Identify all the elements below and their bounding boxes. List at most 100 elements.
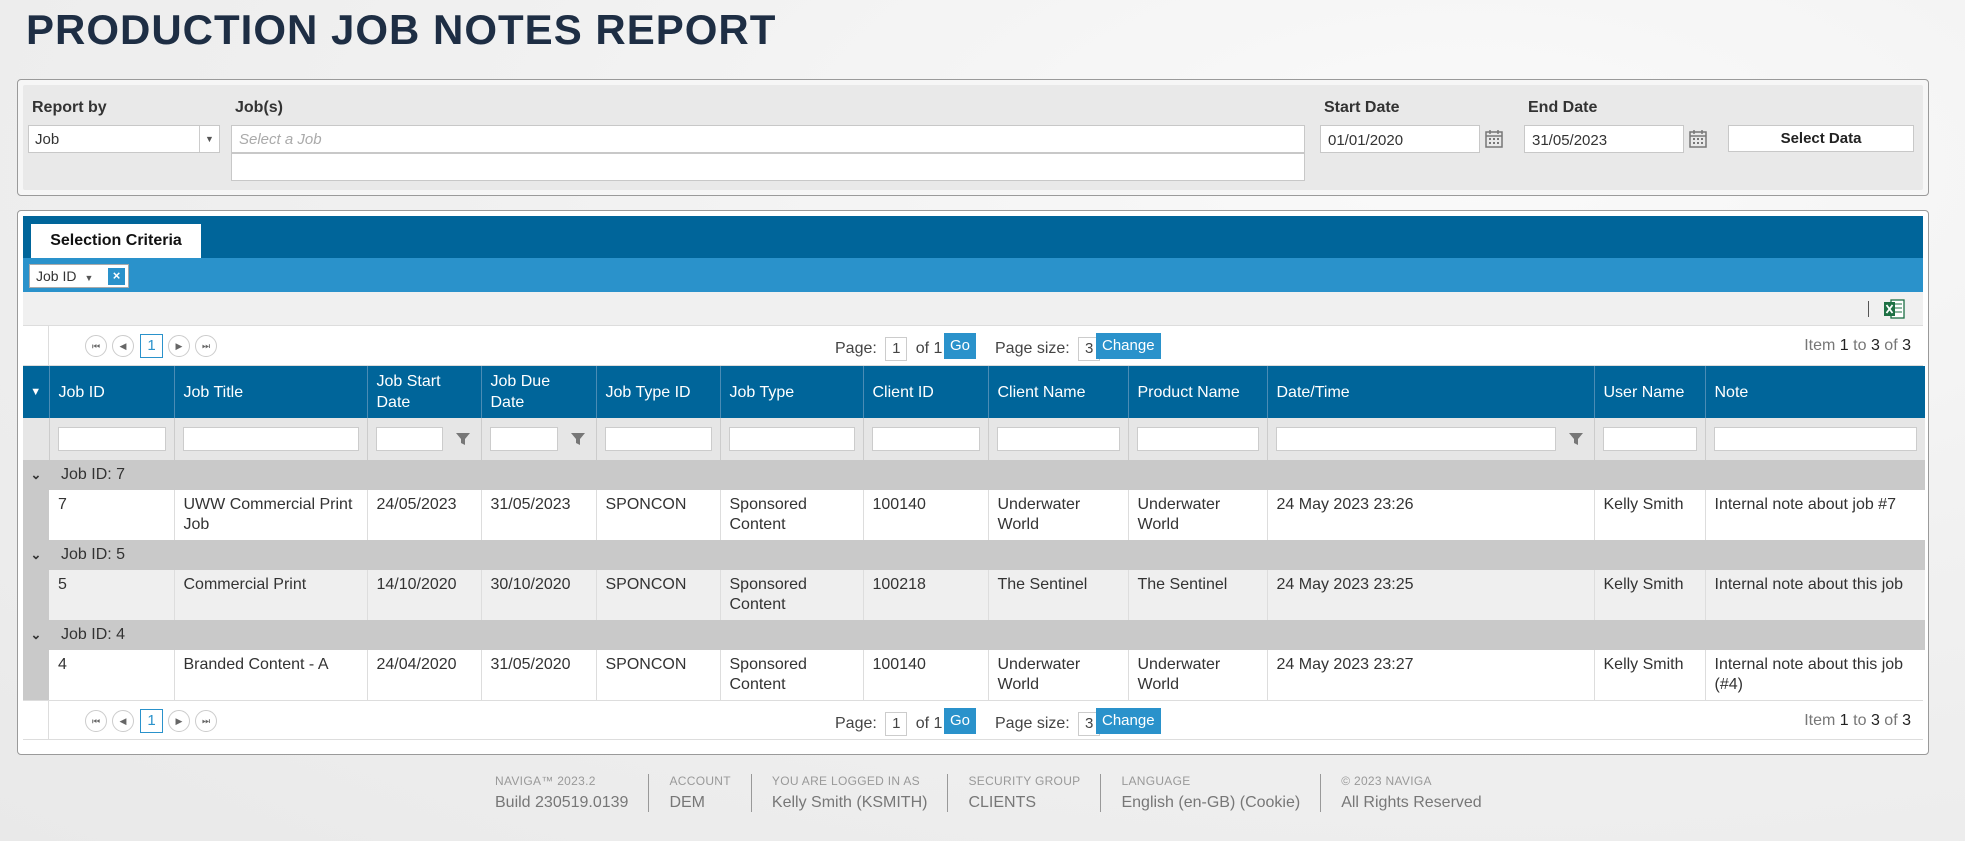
- report-by-select[interactable]: Job ▼: [28, 125, 220, 153]
- filter-wrap: [489, 427, 588, 451]
- change-button[interactable]: Change: [1096, 333, 1161, 359]
- filter-input-user-name[interactable]: [1602, 427, 1697, 451]
- page-number-button[interactable]: 1: [140, 334, 163, 358]
- cell-client-name: The Sentinel: [988, 570, 1129, 620]
- last-page-icon[interactable]: ⏭: [195, 710, 217, 732]
- filter-input-job-due-date[interactable]: [489, 427, 558, 451]
- cell-client-name: Underwater World: [988, 650, 1129, 700]
- cell-product-name: Underwater World: [1128, 650, 1268, 700]
- filter-icon[interactable]: [455, 431, 471, 447]
- calendar-icon[interactable]: [1484, 129, 1504, 149]
- row-gutter: [23, 490, 49, 540]
- jobs-input[interactable]: Select a Job: [231, 125, 1305, 153]
- page-indicator: Page: 1 of 1: [835, 712, 942, 736]
- report-by-value: Job: [35, 131, 60, 148]
- collapse-all-icon[interactable]: ▼: [23, 366, 50, 418]
- col-header-note[interactable]: Note: [1705, 366, 1925, 418]
- filter-input-job-type-id[interactable]: [604, 427, 712, 451]
- pager-gutter: [23, 701, 49, 739]
- filter-cell-note: [1705, 418, 1925, 460]
- report-grid: Selection Criteria Job ID ▼ × ⏮ ◀ 1 ▶ ⏭ P…: [17, 210, 1929, 755]
- next-page-icon[interactable]: ▶: [168, 335, 190, 357]
- page-size-indicator: Page size: 3: [995, 337, 1104, 361]
- filter-icon[interactable]: [570, 431, 586, 447]
- footer-value: All Rights Reserved: [1341, 794, 1482, 811]
- first-page-icon[interactable]: ⏮: [85, 335, 107, 357]
- filter-cell-job-due-date: [481, 418, 597, 460]
- select-data-button[interactable]: Select Data: [1728, 125, 1914, 152]
- row-gutter: [23, 570, 49, 620]
- col-header-job-due-date[interactable]: Job Due Date: [481, 366, 597, 418]
- filter-input-job-type[interactable]: [728, 427, 855, 451]
- filter-input-job-title[interactable]: [182, 427, 359, 451]
- col-header-job-type-id[interactable]: Job Type ID: [596, 366, 721, 418]
- row-gutter: [23, 650, 49, 700]
- cell-job-type-id: SPONCON: [596, 650, 721, 700]
- table-row[interactable]: 5 Commercial Print 14/10/2020 30/10/2020…: [23, 570, 1925, 620]
- page-input[interactable]: 1: [885, 712, 908, 736]
- chevron-down-icon[interactable]: ⌄: [23, 540, 49, 570]
- col-header-client-name[interactable]: Client Name: [988, 366, 1129, 418]
- cell-note: Internal note about this job: [1705, 570, 1925, 620]
- prev-page-icon[interactable]: ◀: [112, 710, 134, 732]
- cell-date-time: 24 May 2023 23:27: [1267, 650, 1595, 700]
- cell-job-due-date: 30/10/2020: [481, 570, 597, 620]
- filter-icon[interactable]: [1568, 431, 1584, 447]
- page-label: Page:: [835, 340, 877, 358]
- tab-selection-criteria[interactable]: Selection Criteria: [31, 224, 201, 258]
- cell-client-id: 100140: [863, 650, 989, 700]
- end-date-input[interactable]: 31/05/2023: [1524, 125, 1684, 153]
- filter-panel: Report by Job(s) Start Date End Date Job…: [17, 79, 1929, 196]
- cell-job-id: 5: [49, 570, 175, 620]
- filter-input-client-name[interactable]: [996, 427, 1120, 451]
- footer-user: YOU ARE LOGGED IN AS Kelly Smith (KSMITH…: [750, 774, 948, 812]
- page-input[interactable]: 1: [885, 337, 908, 361]
- first-page-icon[interactable]: ⏮: [85, 710, 107, 732]
- chevron-down-icon[interactable]: ▼: [199, 126, 219, 152]
- go-button[interactable]: Go: [944, 333, 977, 359]
- item-total: 3: [1902, 712, 1911, 729]
- excel-export-icon[interactable]: [1883, 298, 1905, 320]
- group-panel: Job ID ▼ ×: [23, 258, 1923, 292]
- footer-security-group: SECURITY GROUP CLIENTS: [947, 774, 1100, 812]
- col-header-user-name[interactable]: User Name: [1594, 366, 1706, 418]
- col-header-job-start-date[interactable]: Job Start Date: [367, 366, 482, 418]
- col-header-job-title[interactable]: Job Title: [174, 366, 368, 418]
- col-header-product-name[interactable]: Product Name: [1128, 366, 1268, 418]
- calendar-icon[interactable]: [1688, 129, 1708, 149]
- filter-input-client-id[interactable]: [871, 427, 980, 451]
- col-header-date-time[interactable]: Date/Time: [1267, 366, 1595, 418]
- filter-cell-client-name: [988, 418, 1129, 460]
- table-row[interactable]: 4 Branded Content - A 24/04/2020 31/05/2…: [23, 650, 1925, 700]
- cell-user-name: Kelly Smith: [1594, 490, 1706, 540]
- filter-input-product-name[interactable]: [1136, 427, 1259, 451]
- footer-value: DEM: [669, 794, 706, 811]
- next-page-icon[interactable]: ▶: [168, 710, 190, 732]
- filter-input-date-time[interactable]: [1275, 427, 1556, 451]
- prev-page-icon[interactable]: ◀: [112, 335, 134, 357]
- table-row[interactable]: 7 UWW Commercial Print Job 24/05/2023 31…: [23, 490, 1925, 540]
- filter-input-note[interactable]: [1713, 427, 1917, 451]
- page-number-button[interactable]: 1: [140, 709, 163, 733]
- last-page-icon[interactable]: ⏭: [195, 335, 217, 357]
- start-date-input[interactable]: 01/01/2020: [1320, 125, 1480, 153]
- col-header-client-id[interactable]: Client ID: [863, 366, 989, 418]
- go-button[interactable]: Go: [944, 708, 977, 734]
- filter-input-job-start-date[interactable]: [375, 427, 443, 451]
- col-header-job-id[interactable]: Job ID: [49, 366, 175, 418]
- caret-down-icon[interactable]: ▼: [84, 273, 93, 283]
- item-from: 1: [1839, 712, 1849, 729]
- col-header-job-type[interactable]: Job Type: [720, 366, 864, 418]
- change-button[interactable]: Change: [1096, 708, 1161, 734]
- close-icon[interactable]: ×: [108, 268, 125, 285]
- jobs-input-extra[interactable]: [231, 153, 1305, 181]
- chevron-down-icon[interactable]: ⌄: [23, 460, 49, 490]
- group-label: Job ID: 5: [49, 540, 1925, 570]
- footer-value: English (en-GB) (Cookie): [1121, 794, 1301, 811]
- group-chip-job-id[interactable]: Job ID ▼ ×: [29, 264, 129, 288]
- start-date-label: Start Date: [1324, 99, 1400, 116]
- cell-note: Internal note about this job (#4): [1714, 656, 1904, 693]
- filter-panel-inner: Report by Job(s) Start Date End Date Job…: [23, 85, 1923, 190]
- filter-input-job-id[interactable]: [57, 427, 166, 451]
- chevron-down-icon[interactable]: ⌄: [23, 620, 49, 650]
